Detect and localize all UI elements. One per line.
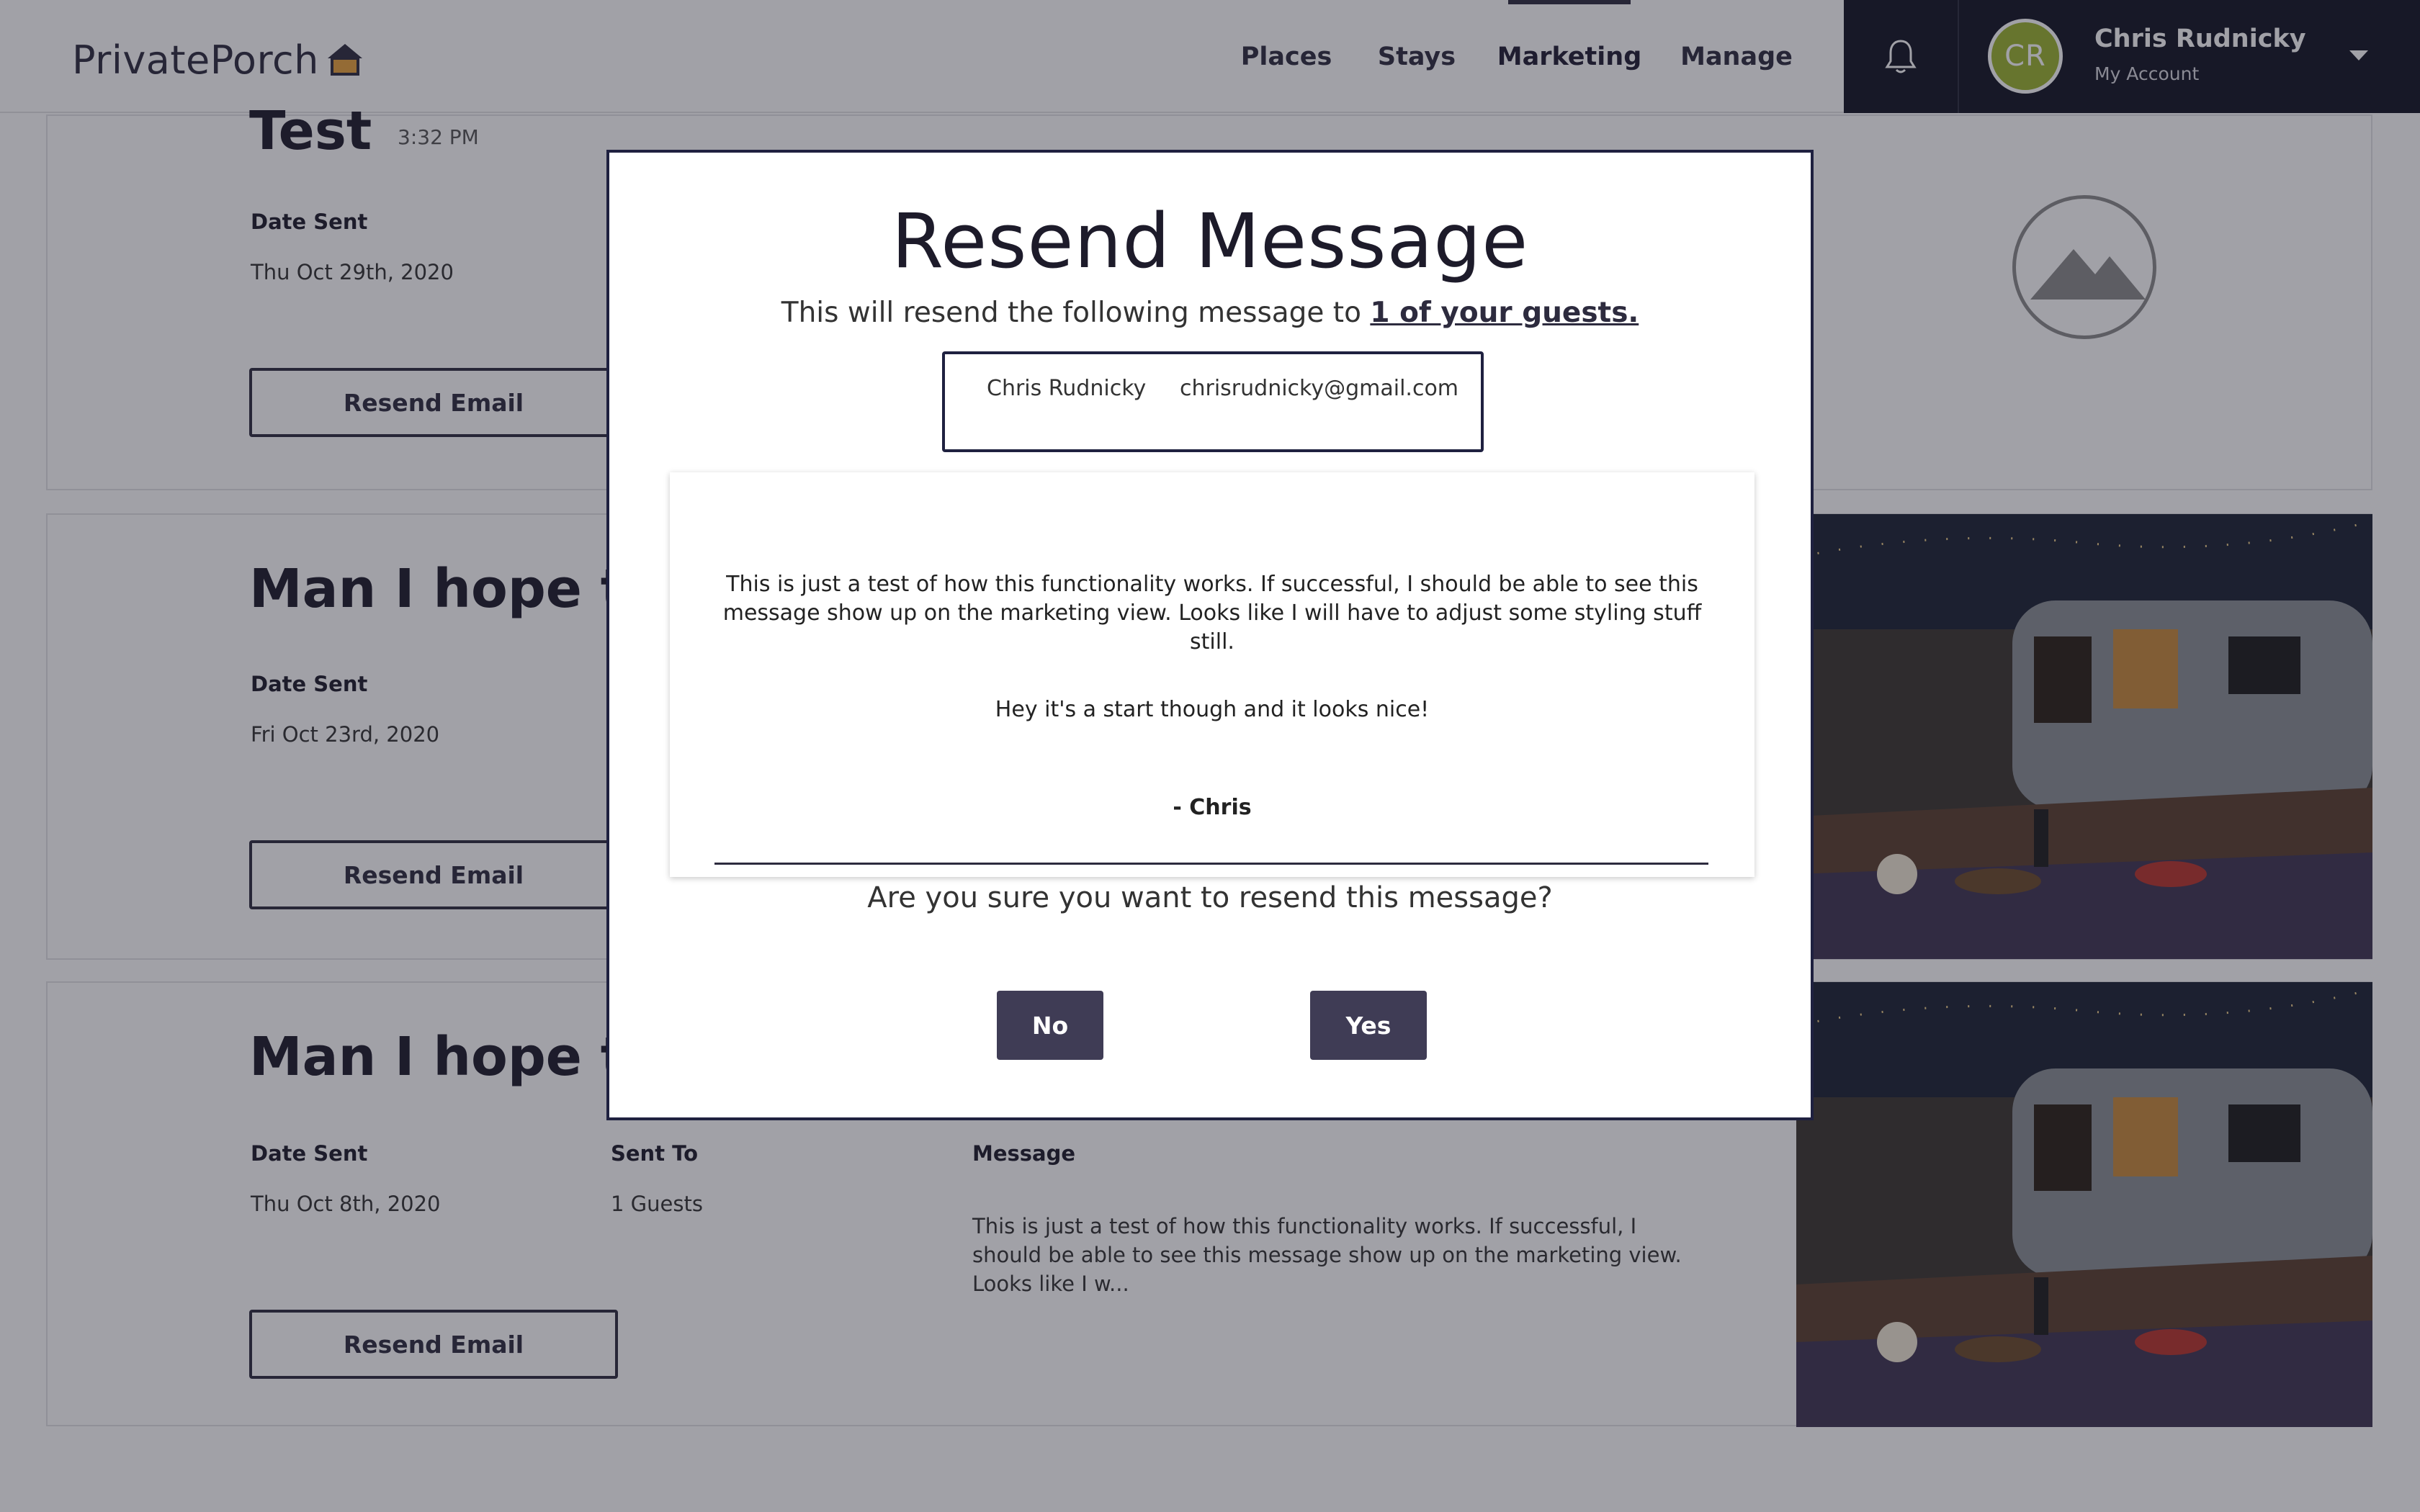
guests-link[interactable]: 1 of your guests.: [1370, 297, 1639, 329]
no-button[interactable]: No: [997, 991, 1103, 1060]
recipient-email: chrisrudnicky@gmail.com: [1180, 376, 1459, 401]
message-signature: - Chris: [1173, 795, 1252, 820]
modal-subtitle: This will resend the following message t…: [609, 297, 1811, 329]
modal-title: Resend Message: [891, 197, 1529, 285]
modal-subtitle-text: This will resend the following message t…: [781, 297, 1371, 329]
message-paragraph: This is just a test of how this function…: [722, 572, 1702, 654]
recipient-list: Chris Rudnicky chrisrudnicky@gmail.com: [942, 351, 1484, 452]
yes-button[interactable]: Yes: [1310, 991, 1427, 1060]
resend-message-modal: Resend Message This will resend the foll…: [606, 150, 1814, 1120]
recipient-name: Chris Rudnicky: [987, 376, 1147, 401]
message-preview-box: This is just a test of how this function…: [670, 472, 1754, 877]
message-paragraph: Hey it's a start though and it looks nic…: [995, 697, 1430, 722]
confirm-question: Are you sure you want to resend this mes…: [867, 881, 1553, 914]
divider: [714, 863, 1708, 865]
